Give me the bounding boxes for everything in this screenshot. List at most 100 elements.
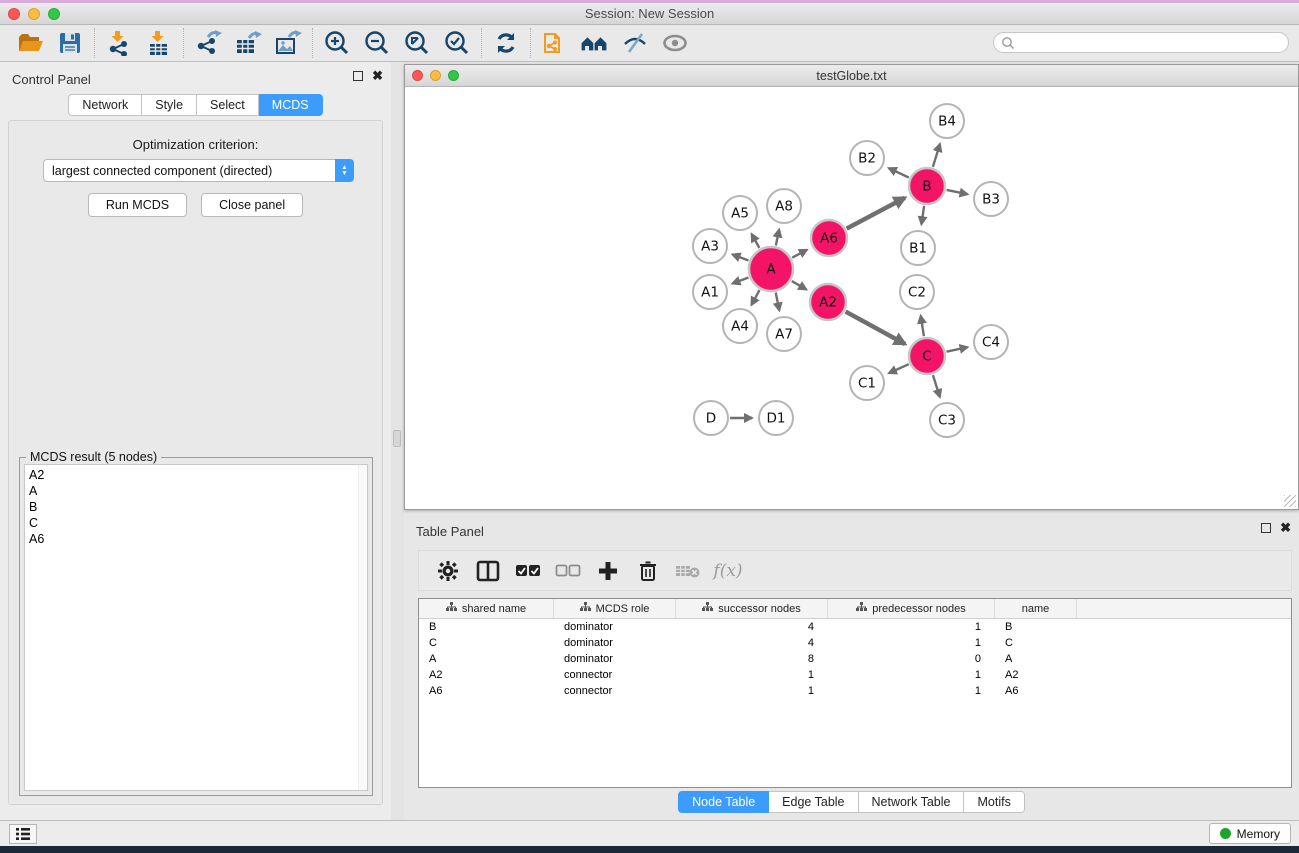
edge-A-A1[interactable] — [732, 277, 748, 283]
network-graph[interactable]: B4B2BB3A8A5A6A3B1AA1C2A2A4A7C4CC1C3DD1 — [405, 87, 1298, 509]
result-list-scrollbar[interactable] — [358, 465, 367, 790]
column-header-shared-name[interactable]: shared name — [419, 599, 554, 618]
result-item-A[interactable]: A — [29, 483, 367, 499]
graph-node-A2[interactable]: A2 — [810, 284, 846, 320]
graph-node-A1[interactable]: A1 — [693, 275, 727, 309]
edge-A-A3[interactable] — [732, 254, 748, 260]
cell-successor-nodes[interactable]: 8 — [676, 651, 828, 667]
graph-node-A3[interactable]: A3 — [693, 229, 727, 263]
tab-mcds[interactable]: MCDS — [259, 94, 323, 116]
graph-node-D1[interactable]: D1 — [759, 401, 793, 435]
close-panel-icon[interactable]: ✖ — [372, 71, 383, 81]
edge-A-A5[interactable] — [752, 234, 760, 248]
graph-node-A5[interactable]: A5 — [723, 196, 757, 230]
network-canvas[interactable]: B4B2BB3A8A5A6A3B1AA1C2A2A4A7C4CC1C3DD1 — [405, 87, 1298, 509]
cell-successor-nodes[interactable]: 4 — [676, 619, 828, 635]
cell-successor-nodes[interactable]: 4 — [676, 635, 828, 651]
cell-shared-name[interactable]: A6 — [419, 683, 554, 699]
cell-shared-name[interactable]: B — [419, 619, 554, 635]
tab-node-table[interactable]: Node Table — [678, 791, 769, 813]
result-item-B[interactable]: B — [29, 499, 367, 515]
edge-A2-C[interactable] — [846, 312, 905, 344]
table-row-A2[interactable]: A2connector11A2 — [419, 667, 1291, 683]
refresh-view-button[interactable] — [486, 28, 526, 58]
cell-successor-nodes[interactable]: 1 — [676, 683, 828, 699]
open-session-button[interactable] — [10, 28, 50, 58]
cell-MCDS-role[interactable]: dominator — [554, 619, 676, 635]
tab-network[interactable]: Network — [68, 94, 142, 116]
edge-A-A4[interactable] — [751, 290, 759, 305]
table-settings-button[interactable] — [433, 556, 463, 586]
export-table-button[interactable] — [228, 28, 268, 58]
cell-MCDS-role[interactable]: dominator — [554, 651, 676, 667]
network-window-titlebar[interactable]: testGlobe.txt — [405, 65, 1298, 87]
float-table-panel-icon[interactable] — [1261, 523, 1271, 533]
zoom-selected-button[interactable] — [437, 28, 477, 58]
cell-shared-name[interactable]: C — [419, 635, 554, 651]
import-network-button[interactable] — [99, 28, 139, 58]
graph-node-A4[interactable]: A4 — [723, 309, 757, 343]
delete-column-button[interactable] — [633, 556, 663, 586]
cell-predecessor-nodes[interactable]: 1 — [828, 635, 995, 651]
float-panel-icon[interactable] — [353, 71, 363, 81]
cell-predecessor-nodes[interactable]: 1 — [828, 619, 995, 635]
graph-node-C4[interactable]: C4 — [974, 325, 1008, 359]
zoom-fit-button[interactable] — [397, 28, 437, 58]
graph-node-C3[interactable]: C3 — [930, 403, 964, 437]
new-network-from-file-button[interactable] — [535, 28, 575, 58]
zoom-in-button[interactable] — [317, 28, 357, 58]
save-session-button[interactable] — [50, 28, 90, 58]
edge-B-B1[interactable] — [921, 206, 924, 224]
cell-MCDS-role[interactable]: connector — [554, 667, 676, 683]
cell-name[interactable]: A2 — [995, 667, 1077, 683]
edge-A6-B[interactable] — [847, 198, 905, 229]
edge-B-B3[interactable] — [947, 190, 968, 194]
close-table-panel-icon[interactable]: ✖ — [1280, 523, 1291, 533]
edge-B-B2[interactable] — [889, 168, 909, 177]
cell-shared-name[interactable]: A — [419, 651, 554, 667]
search-field[interactable] — [993, 32, 1289, 53]
cell-successor-nodes[interactable]: 1 — [676, 667, 828, 683]
graph-node-C2[interactable]: C2 — [900, 275, 934, 309]
edge-C-C4[interactable] — [947, 347, 968, 352]
edge-A-A7[interactable] — [776, 293, 780, 311]
select-all-button[interactable] — [513, 556, 543, 586]
column-header-name[interactable]: name — [995, 599, 1077, 618]
graph-node-B[interactable]: B — [909, 168, 945, 204]
edge-A-A6[interactable] — [792, 250, 807, 258]
search-input[interactable] — [1015, 34, 1288, 51]
column-header-predecessor-nodes[interactable]: predecessor nodes — [828, 599, 995, 618]
edge-B-B4[interactable] — [933, 144, 940, 167]
edge-A-A2[interactable] — [792, 281, 807, 289]
tab-edge-table[interactable]: Edge Table — [769, 791, 858, 813]
table-row-B[interactable]: Bdominator41B — [419, 619, 1291, 635]
graph-node-A[interactable]: A — [749, 247, 793, 291]
show-graphics-button[interactable] — [655, 28, 695, 58]
tab-style[interactable]: Style — [142, 94, 197, 116]
edge-C-C1[interactable] — [889, 364, 909, 373]
node-table[interactable]: shared nameMCDS rolesuccessor nodesprede… — [418, 598, 1292, 788]
graph-node-C[interactable]: C — [909, 338, 945, 374]
graph-node-D[interactable]: D — [694, 401, 728, 435]
graph-node-A6[interactable]: A6 — [811, 220, 847, 256]
graph-node-B1[interactable]: B1 — [901, 231, 935, 265]
cell-name[interactable]: A — [995, 651, 1077, 667]
add-column-button[interactable] — [593, 556, 623, 586]
mcds-result-list[interactable]: A2ABCA6 — [24, 464, 368, 791]
cell-name[interactable]: C — [995, 635, 1077, 651]
tab-network-table[interactable]: Network Table — [859, 791, 965, 813]
delete-table-button[interactable] — [673, 556, 703, 586]
close-panel-button[interactable]: Close panel — [201, 193, 303, 217]
export-image-button[interactable] — [268, 28, 308, 58]
unselect-all-button[interactable] — [553, 556, 583, 586]
cell-name[interactable]: A6 — [995, 683, 1077, 699]
function-builder-button[interactable]: f(x) — [713, 556, 743, 586]
cell-name[interactable]: B — [995, 619, 1077, 635]
table-row-C[interactable]: Cdominator41C — [419, 635, 1291, 651]
column-header-successor-nodes[interactable]: successor nodes — [676, 599, 828, 618]
table-row-A[interactable]: Adominator80A — [419, 651, 1291, 667]
optimization-criterion-dropdown[interactable]: largest connected component (directed) ▲… — [43, 159, 354, 182]
cell-shared-name[interactable]: A2 — [419, 667, 554, 683]
export-network-button[interactable] — [188, 28, 228, 58]
show-columns-button[interactable] — [473, 556, 503, 586]
